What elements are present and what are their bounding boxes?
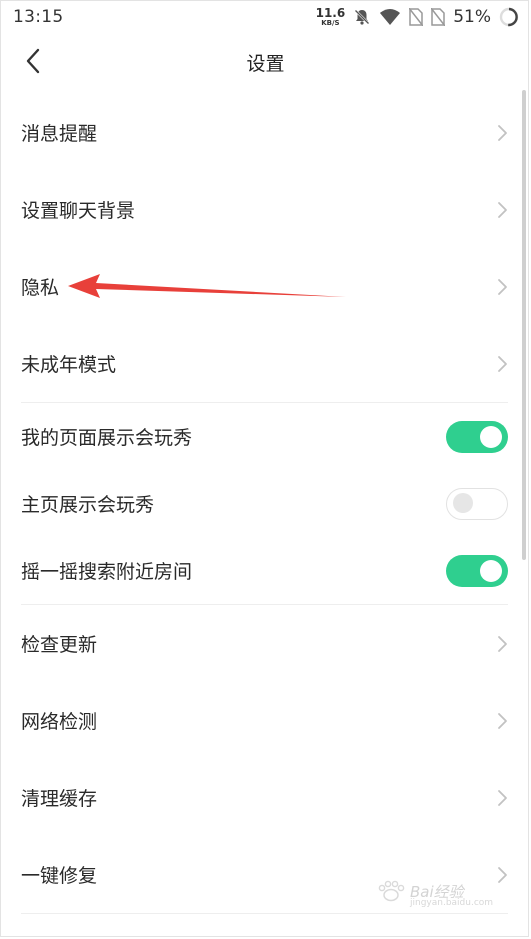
settings-item-label: 摇一摇搜索附近房间 <box>21 561 193 583</box>
show-on-homepage-toggle[interactable] <box>446 487 508 520</box>
page-title: 设置 <box>246 53 285 75</box>
watermark-logo: Bai经验 jingyan.baidu.com <box>376 880 493 908</box>
settings-item-show-on-my-page: 我的页面展示会玩秀 <box>0 403 520 470</box>
watermark-sub: jingyan.baidu.com <box>410 898 494 908</box>
settings-item-label: 消息提醒 <box>21 123 98 145</box>
settings-item-label: 一键修复 <box>21 865 98 887</box>
network-speed-unit: KB/S <box>321 19 340 27</box>
status-icons: 11.6 KB/S 51% <box>316 7 519 27</box>
status-bar: 13:15 11.6 KB/S 51% <box>0 0 531 34</box>
settings-item-label: 隐私 <box>21 277 60 299</box>
battery-ring-icon <box>499 7 519 27</box>
chevron-right-icon <box>498 355 507 372</box>
wifi-icon <box>379 8 401 26</box>
settings-item-shake-search: 摇一摇搜索附近房间 <box>0 537 520 604</box>
settings-item-privacy[interactable]: 隐私 <box>0 248 520 325</box>
section-divider <box>21 913 508 914</box>
settings-item-check-update[interactable]: 检查更新 <box>0 605 520 682</box>
no-sim-icon <box>409 8 424 26</box>
settings-item-label: 主页展示会玩秀 <box>21 494 155 516</box>
toggle-knob <box>480 559 502 582</box>
app-header: 设置 <box>0 34 531 88</box>
settings-item-label: 我的页面展示会玩秀 <box>21 427 193 449</box>
shake-search-toggle[interactable] <box>446 554 508 587</box>
no-sim-icon-2 <box>431 8 446 26</box>
status-time: 13:15 <box>13 7 64 27</box>
network-speed-value: 11.6 <box>315 6 346 20</box>
network-speed: 11.6 KB/S <box>316 7 346 27</box>
chevron-right-icon <box>498 278 507 295</box>
settings-item-label: 未成年模式 <box>21 354 117 376</box>
chevron-right-icon <box>498 635 507 652</box>
settings-list: 消息提醒 设置聊天背景 隐私 未成年模式 我的页面展示会玩秀 主页展示会玩秀 摇… <box>0 94 520 914</box>
toggle-knob <box>480 425 502 448</box>
settings-item-label: 清理缓存 <box>21 788 98 810</box>
settings-item-label: 网络检测 <box>21 711 98 733</box>
settings-item-network-test[interactable]: 网络检测 <box>0 682 520 759</box>
settings-item-clear-cache[interactable]: 清理缓存 <box>0 759 520 836</box>
battery-percent: 51% <box>453 7 491 27</box>
chevron-right-icon <box>498 124 507 141</box>
chevron-right-icon <box>498 712 507 729</box>
show-on-my-page-toggle[interactable] <box>446 420 508 453</box>
chevron-right-icon <box>498 201 507 218</box>
settings-item-label: 检查更新 <box>21 634 98 656</box>
settings-item-minor-mode[interactable]: 未成年模式 <box>0 325 520 402</box>
bell-muted-icon <box>353 8 371 26</box>
paw-icon <box>378 880 405 902</box>
chevron-right-icon <box>498 789 507 806</box>
scrollbar[interactable] <box>522 90 526 560</box>
settings-item-show-on-homepage: 主页展示会玩秀 <box>0 470 520 537</box>
settings-item-chat-background[interactable]: 设置聊天背景 <box>0 171 520 248</box>
toggle-knob <box>453 492 473 513</box>
settings-item-message-reminder[interactable]: 消息提醒 <box>0 94 520 171</box>
settings-item-label: 设置聊天背景 <box>21 200 136 222</box>
chevron-right-icon <box>498 866 507 883</box>
